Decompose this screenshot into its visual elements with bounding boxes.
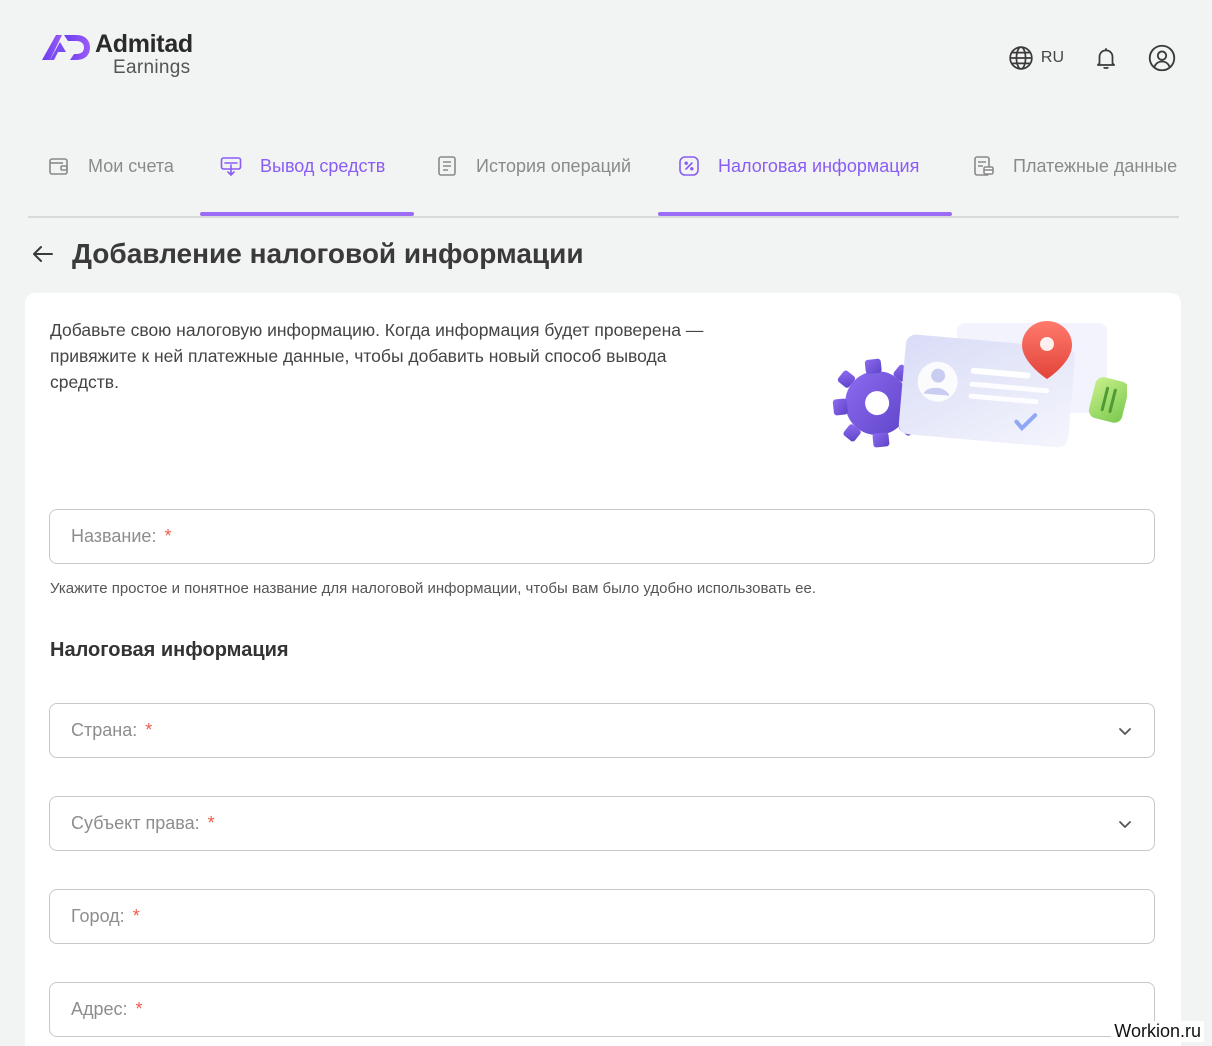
tab-label: Вывод средств <box>260 155 386 176</box>
admitad-logo-icon <box>42 35 90 60</box>
intro-text: Добавьте свою налоговую информацию. Когд… <box>50 320 704 392</box>
required-asterisk: * <box>207 813 215 833</box>
city-input[interactable]: Город: * <box>49 889 1155 944</box>
chevron-down-icon <box>1116 722 1134 740</box>
tax-info-illustration <box>832 321 1127 448</box>
payment-data-icon <box>973 155 995 177</box>
tab-label: Мои счета <box>88 155 174 176</box>
page-title: Добавление налоговой информации <box>72 238 584 269</box>
tab-history[interactable]: История операций <box>416 132 631 200</box>
language-label: RU <box>1040 49 1064 66</box>
tab-withdrawal[interactable]: Вывод средств <box>200 132 385 200</box>
section-title: Налоговая информация <box>50 639 289 661</box>
tab-bar: Мои счета Вывод средств История операций <box>28 132 1179 218</box>
name-input[interactable]: Название: * <box>49 509 1155 564</box>
tax-info-form-card: Добавьте свою налоговую информацию. Когд… <box>25 293 1181 1046</box>
wallet-icon <box>48 155 70 177</box>
admitad-logo[interactable]: Admitad Earnings <box>40 32 193 77</box>
document-list-icon <box>436 155 458 177</box>
required-asterisk: * <box>135 999 143 1019</box>
country-select-label: Страна: <box>71 720 138 740</box>
tab-label: История операций <box>476 155 632 176</box>
address-input-label: Адрес: <box>71 999 128 1019</box>
language-switcher[interactable]: RU <box>1007 44 1064 72</box>
header-actions: RU <box>1007 44 1176 72</box>
tab-tax-info[interactable]: Налоговая информация <box>658 132 919 200</box>
address-input[interactable]: Адрес: * <box>49 982 1155 1037</box>
logo-name: Admitad <box>95 30 193 58</box>
required-asterisk: * <box>132 906 140 926</box>
bell-icon[interactable] <box>1092 44 1120 72</box>
name-input-label: Название: <box>71 526 157 546</box>
name-input-hint: Укажите простое и понятное название для … <box>50 580 816 597</box>
tab-active-indicator <box>658 212 952 216</box>
tab-my-accounts[interactable]: Мои счета <box>28 132 174 200</box>
withdraw-icon <box>220 155 242 177</box>
tab-label: Платежные данные <box>1013 155 1178 176</box>
watermark: Workion.ru <box>1111 1021 1204 1042</box>
globe-icon <box>1007 44 1035 72</box>
arrow-left-icon[interactable] <box>30 241 56 267</box>
required-asterisk: * <box>145 720 153 740</box>
required-asterisk: * <box>164 526 172 546</box>
legal-entity-select-label: Субъект права: <box>71 813 200 833</box>
tab-active-indicator <box>200 212 414 216</box>
percent-icon <box>678 155 700 177</box>
legal-entity-select[interactable]: Субъект права: * <box>49 796 1155 851</box>
tab-label: Налоговая информация <box>718 155 920 176</box>
user-profile-icon[interactable] <box>1148 44 1176 72</box>
city-input-label: Город: <box>71 906 125 926</box>
page-header: Добавление налоговой информации <box>30 238 584 270</box>
app-header: Admitad Earnings RU <box>0 0 1212 110</box>
chevron-down-icon <box>1116 815 1134 833</box>
tab-payment-data[interactable]: Платежные данные <box>953 132 1177 200</box>
logo-subtitle: Earnings <box>113 57 191 78</box>
country-select[interactable]: Страна: * <box>49 703 1155 758</box>
